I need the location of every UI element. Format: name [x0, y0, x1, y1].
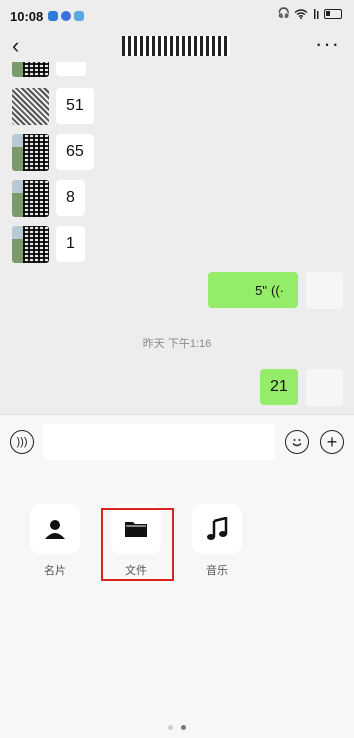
voice-duration: 5": [255, 282, 267, 298]
battery-icon: [324, 8, 342, 19]
avatar[interactable]: [12, 62, 49, 77]
status-time: 10:08: [10, 8, 44, 24]
status-bar: 10:08 🎧: [0, 0, 354, 32]
message-list[interactable]: 51 65 8 1 5" ((· 昨天 下午1:16 21: [0, 62, 354, 414]
message-bubble[interactable]: 8: [56, 180, 85, 216]
signal-icon: [314, 8, 319, 19]
message-bubble[interactable]: 51: [56, 88, 94, 124]
message-timestamp: 昨天 下午1:16: [142, 338, 212, 350]
app-notification-icon-2: [61, 11, 72, 21]
tool-label: 名片: [44, 565, 66, 577]
input-bar: ))) +: [0, 414, 354, 468]
tool-contact-card[interactable]: 名片: [30, 504, 80, 578]
tool-icon-box: [30, 504, 80, 554]
avatar[interactable]: [12, 226, 49, 263]
page-indicator: [0, 725, 354, 730]
voice-input-button[interactable]: ))): [10, 430, 34, 454]
voice-wave-icon: ))): [16, 435, 28, 448]
message-bubble[interactable]: [56, 62, 86, 76]
own-avatar[interactable]: [306, 369, 343, 406]
message-bubble-own[interactable]: 21: [260, 369, 298, 405]
avatar[interactable]: [12, 88, 49, 125]
voice-message-bubble[interactable]: 5" ((·: [208, 272, 298, 308]
more-functions-button[interactable]: +: [320, 430, 344, 454]
message-input[interactable]: [43, 424, 275, 460]
headphones-icon: 🎧: [277, 8, 290, 19]
chat-header: ‹ ···: [0, 32, 354, 62]
message-bubble[interactable]: 65: [56, 134, 94, 170]
person-icon: [45, 520, 65, 539]
more-options-button[interactable]: ···: [315, 32, 340, 56]
more-functions-panel: 名片 文件 音乐: [0, 468, 354, 738]
back-button[interactable]: ‹: [12, 34, 19, 58]
highlight-box: [101, 508, 174, 581]
tool-icon-box: [192, 504, 242, 554]
wifi-icon: [294, 8, 308, 19]
page-dot-active[interactable]: [181, 725, 186, 730]
message-bubble[interactable]: 1: [56, 226, 85, 262]
tool-music[interactable]: 音乐: [192, 504, 242, 578]
tool-label: 音乐: [206, 565, 228, 577]
chat-title-redacted: [122, 36, 230, 56]
image-notification-icon: [74, 11, 85, 21]
emoji-icon: [292, 439, 302, 447]
music-note-icon: [207, 517, 228, 540]
voice-wave-icon: ((·: [271, 282, 284, 298]
emoji-button[interactable]: [285, 430, 309, 454]
avatar[interactable]: [12, 134, 49, 171]
own-avatar[interactable]: [306, 272, 343, 309]
status-icons: 🎧: [278, 8, 342, 19]
avatar[interactable]: [12, 180, 49, 217]
app-notification-icon: [48, 11, 59, 21]
page-dot[interactable]: [168, 725, 173, 730]
plus-icon: +: [326, 432, 338, 452]
